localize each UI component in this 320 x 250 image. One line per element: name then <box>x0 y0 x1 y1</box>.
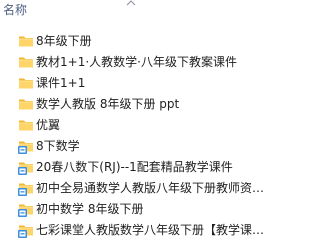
folder-icon <box>18 117 34 133</box>
shared-folder-icon <box>18 180 34 196</box>
file-name: 七彩课堂人教版数学八年级下册【教学课… <box>36 223 265 237</box>
shared-folder-icon <box>18 201 34 217</box>
folder-icon <box>18 75 34 91</box>
folder-icon <box>18 96 34 112</box>
file-row[interactable]: 课件1+1 <box>0 73 271 93</box>
file-name: 数学人教版 8年级下册 ppt <box>36 97 180 111</box>
file-row[interactable]: 初中全易通数学人教版八年级下册教师资… <box>0 178 271 198</box>
folder-icon <box>18 54 34 70</box>
file-name: 初中全易通数学人教版八年级下册教师资… <box>36 181 265 195</box>
file-name: 20春八数下(RJ)--1配套精品教学课件 <box>36 160 233 174</box>
file-row[interactable]: 初中数学 8年级下册 <box>0 199 271 219</box>
file-row[interactable]: 优翼 <box>0 115 271 135</box>
name-column-header[interactable]: 名称 <box>3 3 27 17</box>
shared-folder-icon <box>18 138 34 154</box>
shared-folder-icon <box>18 222 34 238</box>
sort-ascending-icon[interactable] <box>126 0 136 6</box>
file-name: 优翼 <box>36 118 61 132</box>
file-row[interactable]: 数学人教版 8年级下册 ppt <box>0 94 271 114</box>
file-name: 8年级下册 <box>36 34 92 48</box>
file-row[interactable]: 教材1+1·人教数学·八年级下教案课件 <box>0 52 271 72</box>
file-name: 教材1+1·人教数学·八年级下教案课件 <box>36 55 237 69</box>
file-name: 初中数学 8年级下册 <box>36 202 144 216</box>
file-name: 课件1+1 <box>36 76 86 90</box>
file-list-panel: 名称 8年级下册 教材1+1·人教数学·八年级下教案课件 课件1+1 数学人教版… <box>0 0 271 250</box>
file-row[interactable]: 8下数学 <box>0 136 271 156</box>
file-row[interactable]: 8年级下册 <box>0 31 271 51</box>
file-row[interactable]: 七彩课堂人教版数学八年级下册【教学课… <box>0 220 271 240</box>
file-row[interactable]: 20春八数下(RJ)--1配套精品教学课件 <box>0 157 271 177</box>
shared-folder-icon <box>18 159 34 175</box>
column-header[interactable]: 名称 <box>0 0 271 22</box>
file-name: 8下数学 <box>36 139 80 153</box>
folder-icon <box>18 33 34 49</box>
file-list: 8年级下册 教材1+1·人教数学·八年级下教案课件 课件1+1 数学人教版 8年… <box>0 31 271 241</box>
